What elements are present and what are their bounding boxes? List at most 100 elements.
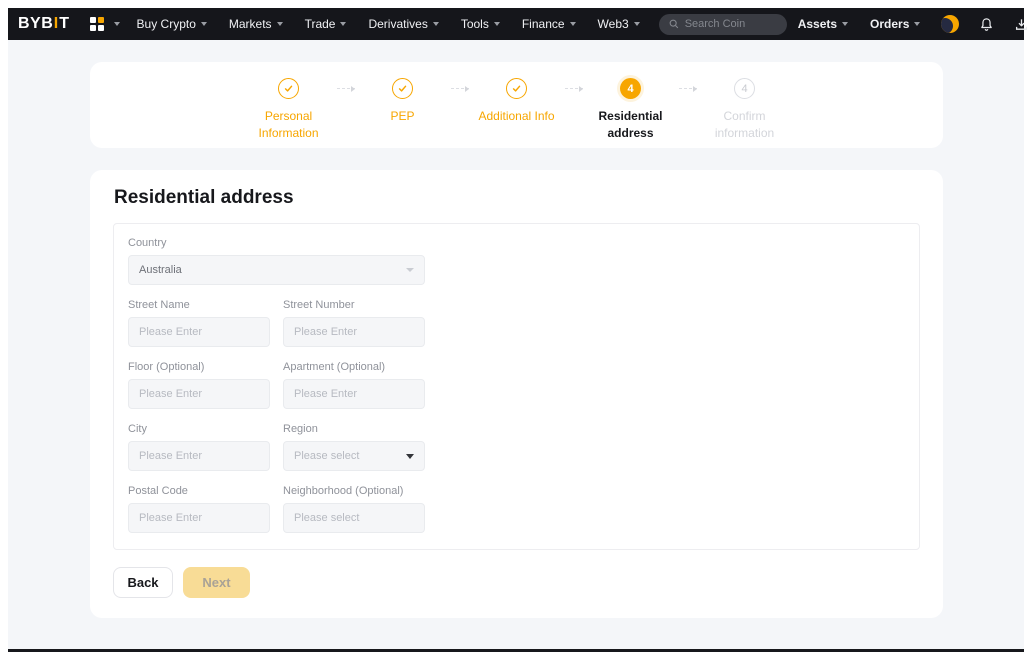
- field-label: Street Number: [283, 299, 425, 311]
- download-icon: [1014, 17, 1029, 32]
- chevron-down-icon: [114, 22, 120, 26]
- nav-item-label: Markets: [229, 17, 272, 31]
- field-label: Country: [128, 237, 425, 249]
- coin-search[interactable]: [659, 14, 787, 35]
- country-select-value: Australia: [139, 264, 406, 276]
- chevron-down-icon: [201, 22, 207, 26]
- street-name-input[interactable]: [128, 317, 270, 347]
- chevron-down-icon: [433, 22, 439, 26]
- country-select[interactable]: Australia: [128, 255, 425, 285]
- step-label: Residential address: [583, 108, 679, 143]
- step-pep[interactable]: PEP: [355, 78, 451, 143]
- step-residential-address[interactable]: 4 Residential address: [583, 78, 679, 143]
- chevron-down-icon: [340, 22, 346, 26]
- step-label: PEP: [390, 108, 414, 125]
- nav-item-markets[interactable]: Markets: [218, 17, 294, 31]
- chevron-down-icon: [914, 22, 920, 26]
- page-title: Residential address: [114, 187, 943, 209]
- chevron-down-icon: [634, 22, 640, 26]
- nav-item-assets[interactable]: Assets: [787, 17, 859, 31]
- nav-item-web3[interactable]: Web3: [587, 17, 651, 31]
- nav-item-label: Tools: [461, 17, 489, 31]
- field-country: Country Australia: [128, 237, 425, 285]
- field-postal-code: Postal Code: [128, 485, 270, 533]
- apps-menu[interactable]: [84, 17, 126, 32]
- field-label: Postal Code: [128, 485, 270, 497]
- nav-item-buy-crypto[interactable]: Buy Crypto: [126, 17, 218, 31]
- field-apartment: Apartment (Optional): [283, 361, 425, 409]
- street-number-input[interactable]: [283, 317, 425, 347]
- field-region: Region Please select: [283, 423, 425, 471]
- bybit-logo[interactable]: BYBIT: [18, 15, 70, 33]
- step-confirm-information[interactable]: 4 Confirm information: [697, 78, 793, 143]
- field-floor: Floor (Optional): [128, 361, 270, 409]
- field-label: City: [128, 423, 270, 435]
- step-additional-info[interactable]: Additional Info: [469, 78, 565, 143]
- nav-item-label: Orders: [870, 17, 909, 31]
- nav-item-label: Trade: [305, 17, 336, 31]
- field-street-number: Street Number: [283, 299, 425, 347]
- postal-code-input[interactable]: [128, 503, 270, 533]
- field-label: Floor (Optional): [128, 361, 270, 373]
- floor-input[interactable]: [128, 379, 270, 409]
- residential-address-card: Residential address Country Australia St…: [90, 170, 943, 618]
- neighborhood-select-placeholder: Please select: [294, 512, 414, 524]
- kyc-stepper-card: Personal Information PEP: [90, 62, 943, 148]
- chevron-down-icon: [406, 454, 414, 459]
- step-number-circle: 4: [620, 78, 641, 99]
- notifications-button[interactable]: [978, 16, 995, 33]
- step-number-circle: 4: [734, 78, 755, 99]
- field-label: Neighborhood (Optional): [283, 485, 425, 497]
- step-personal-information[interactable]: Personal Information: [241, 78, 337, 143]
- download-app-button[interactable]: [1013, 16, 1030, 33]
- neighborhood-select[interactable]: Please select: [283, 503, 425, 533]
- apps-grid-icon: [90, 17, 105, 32]
- step-connector: [451, 88, 469, 89]
- nav-item-tools[interactable]: Tools: [450, 17, 511, 31]
- nav-item-label: Finance: [522, 17, 565, 31]
- field-label: Region: [283, 423, 425, 435]
- nav-item-derivatives[interactable]: Derivatives: [357, 17, 449, 31]
- region-select-placeholder: Please select: [294, 450, 406, 462]
- back-button[interactable]: Back: [113, 567, 173, 598]
- apartment-input[interactable]: [283, 379, 425, 409]
- nav-item-trade[interactable]: Trade: [294, 17, 358, 31]
- check-icon: [283, 83, 294, 94]
- content-area: Personal Information PEP: [8, 40, 1024, 652]
- step-check-circle: [506, 78, 527, 99]
- check-icon: [397, 83, 408, 94]
- step-label: Confirm information: [697, 108, 793, 143]
- logo-accent: I: [54, 15, 59, 33]
- bell-icon: [979, 17, 994, 32]
- search-input[interactable]: [685, 18, 777, 30]
- nav-item-label: Assets: [798, 17, 837, 31]
- nav-item-label: Buy Crypto: [137, 17, 196, 31]
- field-street-name: Street Name: [128, 299, 270, 347]
- field-city: City: [128, 423, 270, 471]
- check-icon: [511, 83, 522, 94]
- nav-item-orders[interactable]: Orders: [859, 17, 931, 31]
- chevron-down-icon: [277, 22, 283, 26]
- chevron-down-icon: [406, 268, 414, 272]
- city-input[interactable]: [128, 441, 270, 471]
- kyc-stepper: Personal Information PEP: [241, 78, 793, 143]
- nav-item-label: Web3: [598, 17, 629, 31]
- step-check-circle: [392, 78, 413, 99]
- logo-part1: BYB: [18, 15, 53, 33]
- nav-left: BYBIT Buy Crypto Markets Trade Derivativ…: [18, 14, 787, 35]
- field-label: Street Name: [128, 299, 270, 311]
- step-check-circle: [278, 78, 299, 99]
- chevron-down-icon: [494, 22, 500, 26]
- page: BYBIT Buy Crypto Markets Trade Derivativ…: [0, 0, 1032, 652]
- form-actions: Back Next: [113, 567, 943, 598]
- logo-part2: T: [59, 15, 69, 33]
- region-select[interactable]: Please select: [283, 441, 425, 471]
- user-avatar[interactable]: [941, 15, 959, 33]
- search-icon: [669, 19, 679, 29]
- nav-item-label: Derivatives: [368, 17, 427, 31]
- address-form-panel: Country Australia Street Name Street Num…: [113, 223, 920, 550]
- chevron-down-icon: [842, 22, 848, 26]
- nav-right: Assets Orders: [787, 15, 1032, 33]
- next-button[interactable]: Next: [183, 567, 250, 598]
- nav-item-finance[interactable]: Finance: [511, 17, 587, 31]
